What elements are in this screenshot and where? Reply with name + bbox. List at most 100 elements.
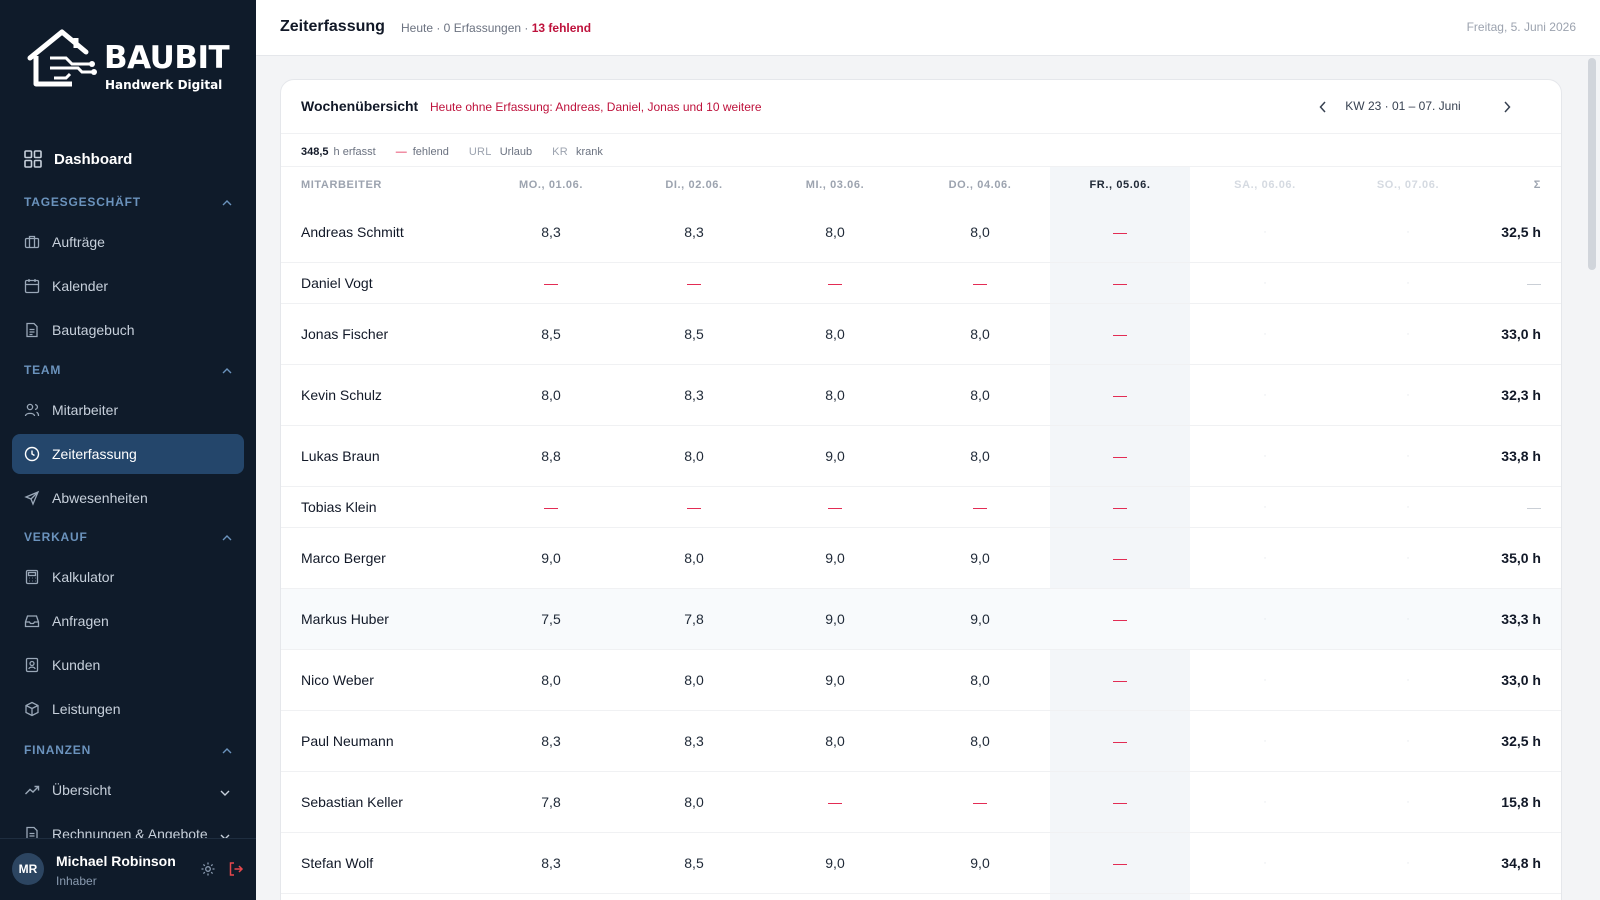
gear-icon[interactable] [200, 861, 216, 882]
hours-cell[interactable]: 8,0 [940, 326, 1020, 342]
today-hours-cell[interactable]: — [1080, 794, 1160, 810]
sidebar-item-uebersicht[interactable]: Übersicht [12, 770, 244, 810]
today-hours-cell[interactable]: — [1080, 855, 1160, 871]
column-header-today[interactable]: FR., 05.06. [1050, 179, 1190, 191]
hours-cell[interactable]: 8,0 [940, 448, 1020, 464]
section-finanzen[interactable]: FINANZEN [24, 740, 232, 760]
employee-name[interactable]: Sebastian Keller [301, 794, 403, 810]
weekend-cell[interactable]: · [1368, 614, 1448, 625]
employee-name[interactable]: Jonas Fischer [301, 326, 388, 342]
hours-cell[interactable]: 8,0 [654, 794, 734, 810]
hours-cell[interactable]: — [795, 499, 875, 515]
table-row[interactable]: Jonas Fischer 8,5 8,5 8,0 8,0 — · · 33,0 h [281, 304, 1561, 365]
column-header-weekend[interactable]: SA., 06.06. [1195, 179, 1335, 191]
today-hours-cell[interactable]: — [1080, 448, 1160, 464]
hours-cell[interactable]: 8,0 [940, 224, 1020, 240]
hours-cell[interactable]: — [511, 499, 591, 515]
table-row[interactable]: Lukas Braun 8,8 8,0 9,0 8,0 — · · 33,8 h [281, 426, 1561, 487]
sidebar-item-leistungen[interactable]: Leistungen [12, 689, 244, 729]
hours-cell[interactable]: 9,0 [795, 448, 875, 464]
employee-name[interactable]: Andreas Schmitt [301, 224, 404, 240]
employee-name[interactable]: Lukas Braun [301, 448, 380, 464]
weekend-cell[interactable]: · [1368, 736, 1448, 747]
hours-cell[interactable]: 8,0 [511, 387, 591, 403]
weekend-cell[interactable]: · [1368, 675, 1448, 686]
table-row[interactable]: Tobias Klein — — — — — · · — [281, 487, 1561, 528]
hours-cell[interactable]: 8,5 [654, 326, 734, 342]
weekend-cell[interactable]: · [1225, 675, 1305, 686]
table-row[interactable]: Daniel Vogt — — — — — · · — [281, 263, 1561, 304]
sidebar-item-kunden[interactable]: Kunden [12, 645, 244, 685]
hours-cell[interactable]: 9,0 [940, 550, 1020, 566]
section-verkauf[interactable]: VERKAUF [24, 527, 232, 547]
hours-cell[interactable]: 8,5 [511, 326, 591, 342]
today-hours-cell[interactable]: — [1080, 326, 1160, 342]
hours-cell[interactable]: 8,0 [654, 672, 734, 688]
weekend-cell[interactable]: · [1368, 797, 1448, 808]
hours-cell[interactable]: 8,3 [511, 224, 591, 240]
hours-cell[interactable]: — [795, 794, 875, 810]
hours-cell[interactable]: — [940, 499, 1020, 515]
table-row[interactable]: Nico Weber 8,0 8,0 9,0 8,0 — · · 33,0 h [281, 650, 1561, 711]
logout-icon[interactable] [228, 861, 244, 882]
column-header-day[interactable]: MI., 03.06. [765, 179, 905, 191]
next-week-button[interactable] [1497, 97, 1517, 117]
weekend-cell[interactable]: · [1225, 451, 1305, 462]
hours-cell[interactable]: 9,0 [940, 855, 1020, 871]
hours-cell[interactable]: 8,0 [795, 224, 875, 240]
weekend-cell[interactable]: · [1225, 502, 1305, 513]
table-row[interactable]: Andreas Schmitt 8,3 8,3 8,0 8,0 — · · 32,5 h [281, 202, 1561, 263]
table-row[interactable]: Markus Huber 7,5 7,8 9,0 9,0 — · · 33,3 h [281, 589, 1561, 650]
hours-cell[interactable]: — [940, 275, 1020, 291]
weekend-cell[interactable]: · [1225, 614, 1305, 625]
hours-cell[interactable]: 9,0 [795, 672, 875, 688]
weekend-cell[interactable]: · [1368, 502, 1448, 513]
today-hours-cell[interactable]: — [1080, 611, 1160, 627]
today-hours-cell[interactable]: — [1080, 387, 1160, 403]
today-hours-cell[interactable]: — [1080, 672, 1160, 688]
hours-cell[interactable]: 8,8 [511, 448, 591, 464]
today-hours-cell[interactable]: — [1080, 275, 1160, 291]
employee-name[interactable]: Daniel Vogt [301, 275, 373, 291]
column-header-employee[interactable]: MITARBEITER [301, 179, 382, 191]
today-hours-cell[interactable]: — [1080, 550, 1160, 566]
column-header-day[interactable]: MO., 01.06. [481, 179, 621, 191]
sidebar-item-anfragen[interactable]: Anfragen [12, 601, 244, 641]
weekend-cell[interactable]: · [1225, 390, 1305, 401]
table-row[interactable]: Sebastian Keller 7,8 8,0 — — — · · 15,8 h [281, 772, 1561, 833]
weekend-cell[interactable]: · [1225, 736, 1305, 747]
hours-cell[interactable]: 8,0 [654, 550, 734, 566]
weekend-cell[interactable]: · [1368, 553, 1448, 564]
weekend-cell[interactable]: · [1368, 390, 1448, 401]
column-header-day[interactable]: DO., 04.06. [910, 179, 1050, 191]
hours-cell[interactable]: 8,3 [654, 733, 734, 749]
section-team[interactable]: TEAM [24, 360, 232, 380]
sidebar-item-kalkulator[interactable]: Kalkulator [12, 557, 244, 597]
hours-cell[interactable]: 8,0 [940, 672, 1020, 688]
hours-cell[interactable]: 8,0 [795, 326, 875, 342]
today-hours-cell[interactable]: — [1080, 224, 1160, 240]
hours-cell[interactable]: 8,0 [511, 672, 591, 688]
hours-cell[interactable]: 8,0 [795, 387, 875, 403]
avatar[interactable]: MR [12, 853, 44, 885]
table-row[interactable]: Stefan Wolf 8,3 8,5 9,0 9,0 — · · 34,8 h [281, 833, 1561, 894]
today-hours-cell[interactable]: — [1080, 733, 1160, 749]
weekend-cell[interactable]: · [1368, 329, 1448, 340]
hours-cell[interactable]: 9,0 [795, 611, 875, 627]
today-hours-cell[interactable]: — [1080, 499, 1160, 515]
sidebar-item-mitarbeiter[interactable]: Mitarbeiter [12, 390, 244, 430]
section-tagesgeschaeft[interactable]: TAGESGESCHÄFT [24, 192, 232, 212]
hours-cell[interactable]: — [654, 499, 734, 515]
hours-cell[interactable]: 8,3 [511, 733, 591, 749]
scrollbar[interactable] [1588, 58, 1596, 270]
hours-cell[interactable]: 8,0 [940, 733, 1020, 749]
employee-name[interactable]: Stefan Wolf [301, 855, 373, 871]
sidebar-item-auftraege[interactable]: Aufträge [12, 222, 244, 262]
hours-cell[interactable]: 8,3 [511, 855, 591, 871]
hours-cell[interactable]: 7,8 [511, 794, 591, 810]
employee-name[interactable]: Paul Neumann [301, 733, 394, 749]
hours-cell[interactable]: 8,0 [795, 733, 875, 749]
weekend-cell[interactable]: · [1225, 329, 1305, 340]
employee-name[interactable]: Marco Berger [301, 550, 386, 566]
weekend-cell[interactable]: · [1225, 797, 1305, 808]
